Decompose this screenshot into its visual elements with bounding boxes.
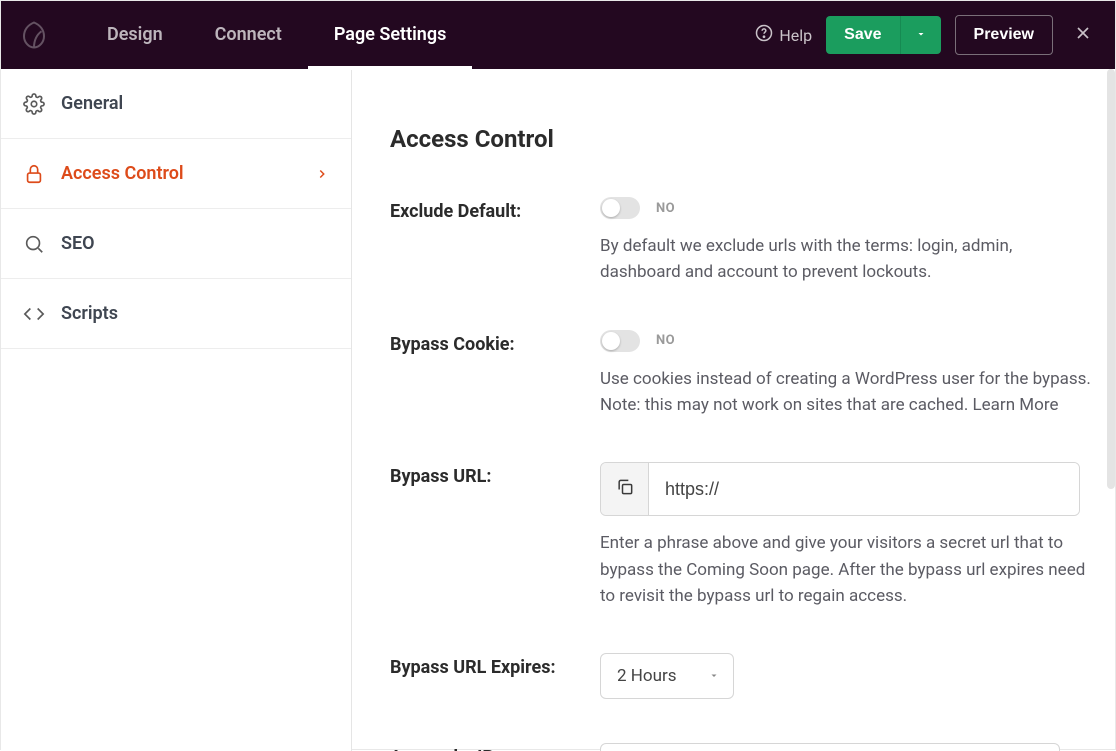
topbar-actions: Help Save Preview	[755, 15, 1099, 55]
caret-down-icon	[915, 28, 927, 43]
search-icon	[23, 233, 45, 255]
close-icon	[1073, 23, 1093, 47]
field-help: By default we exclude urls with the term…	[600, 233, 1095, 286]
sidebar-item-label: Access Control	[61, 163, 184, 184]
field-label: Bypass URL:	[390, 462, 600, 487]
sidebar-item-access-control[interactable]: Access Control	[1, 139, 351, 209]
sidebar-item-label: General	[61, 93, 123, 114]
field-label: Bypass URL Expires:	[390, 653, 600, 678]
field-bypass-url-expires: Bypass URL Expires: 2 Hours	[390, 653, 1115, 699]
nav-connect[interactable]: Connect	[189, 1, 308, 69]
field-help: Enter a phrase above and give your visit…	[600, 530, 1095, 609]
body: General Access Control SEO Scripts	[1, 69, 1115, 751]
bypass-url-expires-select[interactable]: 2 Hours	[600, 653, 734, 699]
field-bypass-cookie: Bypass Cookie: NO Use cookies instead of…	[390, 330, 1115, 419]
top-nav: Design Connect Page Settings	[81, 1, 472, 69]
sidebar: General Access Control SEO Scripts	[1, 69, 352, 751]
code-icon	[23, 303, 45, 325]
app-logo	[17, 18, 51, 52]
close-button[interactable]	[1067, 19, 1099, 51]
copy-icon	[615, 477, 635, 501]
exclude-default-toggle[interactable]	[600, 197, 640, 219]
main-panel: Access Control Exclude Default: NO By de…	[352, 69, 1115, 751]
save-dropdown-button[interactable]	[900, 16, 941, 54]
copy-url-button[interactable]	[601, 463, 649, 515]
toggle-state: NO	[656, 333, 675, 348]
field-exclude-default: Exclude Default: NO By default we exclud…	[390, 197, 1115, 286]
nav-page-settings[interactable]: Page Settings	[308, 1, 473, 69]
save-button-group: Save	[826, 16, 940, 54]
sidebar-item-label: Scripts	[61, 303, 118, 324]
field-label: Bypass Cookie:	[390, 330, 600, 355]
gear-icon	[23, 93, 45, 115]
sidebar-item-label: SEO	[61, 233, 95, 254]
field-label: Exclude Default:	[390, 197, 600, 222]
help-link[interactable]: Help	[755, 24, 812, 46]
help-label: Help	[779, 26, 812, 45]
lock-icon	[23, 163, 45, 185]
field-bypass-url: Bypass URL: Enter a phrase above and giv…	[390, 462, 1115, 609]
bypass-url-input[interactable]	[649, 463, 1079, 515]
nav-design[interactable]: Design	[81, 1, 189, 69]
sidebar-item-general[interactable]: General	[1, 69, 351, 139]
help-icon	[755, 24, 773, 46]
bypass-url-input-group	[600, 462, 1080, 516]
field-help: Use cookies instead of creating a WordPr…	[600, 366, 1095, 419]
scrollbar[interactable]	[1107, 69, 1115, 489]
toggle-state: NO	[656, 201, 675, 216]
preview-button[interactable]: Preview	[955, 15, 1053, 55]
save-button[interactable]: Save	[826, 16, 899, 54]
sidebar-item-seo[interactable]: SEO	[1, 209, 351, 279]
chevron-right-icon	[315, 167, 329, 181]
bypass-cookie-toggle[interactable]	[600, 330, 640, 352]
page-title: Access Control	[390, 125, 1115, 153]
topbar: Design Connect Page Settings Help Save P…	[1, 1, 1115, 69]
sidebar-item-scripts[interactable]: Scripts	[1, 279, 351, 349]
